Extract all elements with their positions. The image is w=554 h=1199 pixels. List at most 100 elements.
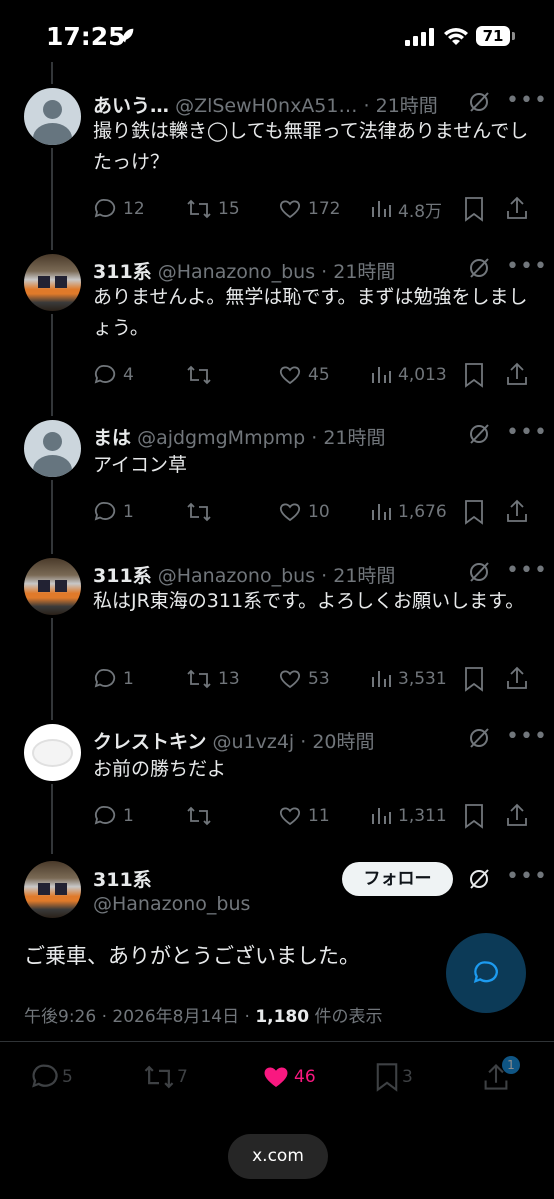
share-icon[interactable] (505, 802, 529, 828)
retweet-button[interactable] (186, 497, 218, 527)
share-icon[interactable] (505, 665, 529, 691)
author-handle[interactable]: @ZlSewH0nxA51… (175, 95, 357, 117)
grok-icon[interactable] (467, 867, 491, 891)
heart-icon (279, 503, 301, 522)
analytics-icon (372, 201, 391, 217)
train-avatar[interactable] (24, 558, 81, 615)
tweet-time: · 21時間 (321, 261, 396, 283)
author-handle[interactable]: @ajdgmgMmpmp (137, 427, 305, 449)
more-icon[interactable]: ••• (506, 558, 548, 583)
author-name[interactable]: あいう… (93, 95, 169, 117)
author-name[interactable]: クレストキン (93, 731, 206, 753)
rocket-icon (120, 28, 134, 43)
share-icon[interactable] (505, 498, 529, 524)
views-button[interactable]: 4,013 (370, 360, 447, 390)
analytics-icon (372, 671, 391, 687)
author-handle[interactable]: @u1vz4j (212, 731, 294, 753)
retweet-icon (144, 1065, 174, 1089)
retweet-icon (187, 365, 211, 385)
tweet-actions: 4 45 4,013 (0, 360, 554, 390)
thread-line (51, 62, 53, 84)
views-button[interactable]: 1,676 (370, 497, 447, 527)
notification-badge: 1 (502, 1056, 520, 1074)
reply-icon (94, 502, 116, 521)
bottom-like-button[interactable]: 46 (260, 1062, 316, 1092)
retweet-button[interactable]: 15 (186, 194, 240, 224)
tweet-actions: 12 15 172 4.8万 (0, 194, 554, 224)
like-button[interactable]: 53 (278, 664, 330, 694)
grok-icon[interactable] (467, 726, 491, 750)
tweet-time: · 21時間 (321, 565, 396, 587)
author-name[interactable]: 311系 (93, 565, 152, 587)
author-name[interactable]: まは (93, 427, 131, 449)
tweet-header: クレストキン @u1vz4j · 20時間 (93, 727, 375, 754)
analytics-icon (372, 504, 391, 520)
like-button[interactable]: 11 (278, 801, 330, 831)
signal-icon (405, 28, 434, 46)
reply-button[interactable]: 1 (93, 664, 134, 694)
reply-button[interactable]: 12 (93, 194, 145, 224)
views-button[interactable]: 3,531 (370, 664, 447, 694)
more-icon[interactable]: ••• (506, 724, 548, 749)
cloud-avatar[interactable] (24, 724, 81, 781)
views-button[interactable]: 4.8万 (370, 194, 442, 224)
reply-button[interactable]: 1 (93, 497, 134, 527)
tweet-text: お前の勝ちだよ (93, 758, 227, 780)
view-count: 1,180 (255, 1007, 310, 1027)
bottom-reply-button[interactable]: 5 (30, 1062, 73, 1092)
tweet-time: · 21時間 (363, 95, 438, 117)
url-bar[interactable]: x.com (228, 1134, 328, 1179)
more-icon[interactable]: ••• (506, 864, 548, 889)
battery-tip (512, 32, 515, 40)
like-button[interactable]: 45 (278, 360, 330, 390)
bookmark-icon[interactable] (463, 499, 485, 525)
tweet-text: 私はJR東海の311系です。よろしくお願いします。 (93, 590, 525, 612)
more-icon[interactable]: ••• (506, 254, 548, 279)
main-post-text: ご乗車、ありがとうございました。 (24, 944, 360, 968)
bookmark-icon[interactable] (463, 196, 485, 222)
views-button[interactable]: 1,311 (370, 801, 447, 831)
compose-reply-button[interactable] (446, 933, 526, 1013)
train-avatar[interactable] (24, 254, 81, 311)
retweet-icon (187, 806, 211, 826)
reply-icon (32, 1064, 58, 1088)
tweet-text: アイコン草 (93, 454, 188, 476)
main-post-author-handle[interactable]: @Hanazono_bus (93, 893, 250, 915)
grok-icon[interactable] (467, 422, 491, 446)
author-handle[interactable]: @Hanazono_bus (158, 261, 315, 283)
main-post-avatar[interactable] (24, 861, 81, 918)
grok-icon[interactable] (467, 560, 491, 584)
grok-icon[interactable] (467, 256, 491, 280)
tweet-header: 311系 @Hanazono_bus · 21時間 (93, 257, 395, 284)
bookmark-icon[interactable] (463, 362, 485, 388)
retweet-button[interactable] (186, 801, 218, 831)
bottom-retweet-button[interactable]: 7 (143, 1062, 188, 1092)
retweet-button[interactable] (186, 360, 218, 390)
author-name[interactable]: 311系 (93, 261, 152, 283)
battery-level: 71 (476, 26, 510, 46)
share-icon[interactable] (505, 195, 529, 221)
default-avatar[interactable] (24, 420, 81, 477)
share-icon[interactable] (505, 361, 529, 387)
retweet-button[interactable]: 13 (186, 664, 240, 694)
heart-icon (279, 200, 301, 219)
like-button[interactable]: 172 (278, 194, 340, 224)
heart-icon (279, 670, 301, 689)
reply-button[interactable]: 4 (93, 360, 134, 390)
tweet-text: 撮り鉄は轢き◯しても無罪って法律ありませんでしたっけ？ (93, 120, 529, 173)
tweet-time: · 20時間 (300, 731, 375, 753)
more-icon[interactable]: ••• (506, 420, 548, 445)
default-avatar[interactable] (24, 88, 81, 145)
author-handle[interactable]: @Hanazono_bus (158, 565, 315, 587)
heart-icon (279, 807, 301, 826)
bottom-action-bar: 5 7 46 3 (0, 1052, 554, 1122)
like-button[interactable]: 10 (278, 497, 330, 527)
bookmark-icon[interactable] (463, 666, 485, 692)
grok-icon[interactable] (467, 90, 491, 114)
main-post-author-name[interactable]: 311系 (93, 865, 152, 892)
follow-button[interactable]: フォロー (342, 862, 453, 896)
bottom-bookmark-button[interactable]: 3 (374, 1062, 413, 1092)
reply-button[interactable]: 1 (93, 801, 134, 831)
more-icon[interactable]: ••• (506, 88, 548, 113)
bookmark-icon[interactable] (463, 803, 485, 829)
